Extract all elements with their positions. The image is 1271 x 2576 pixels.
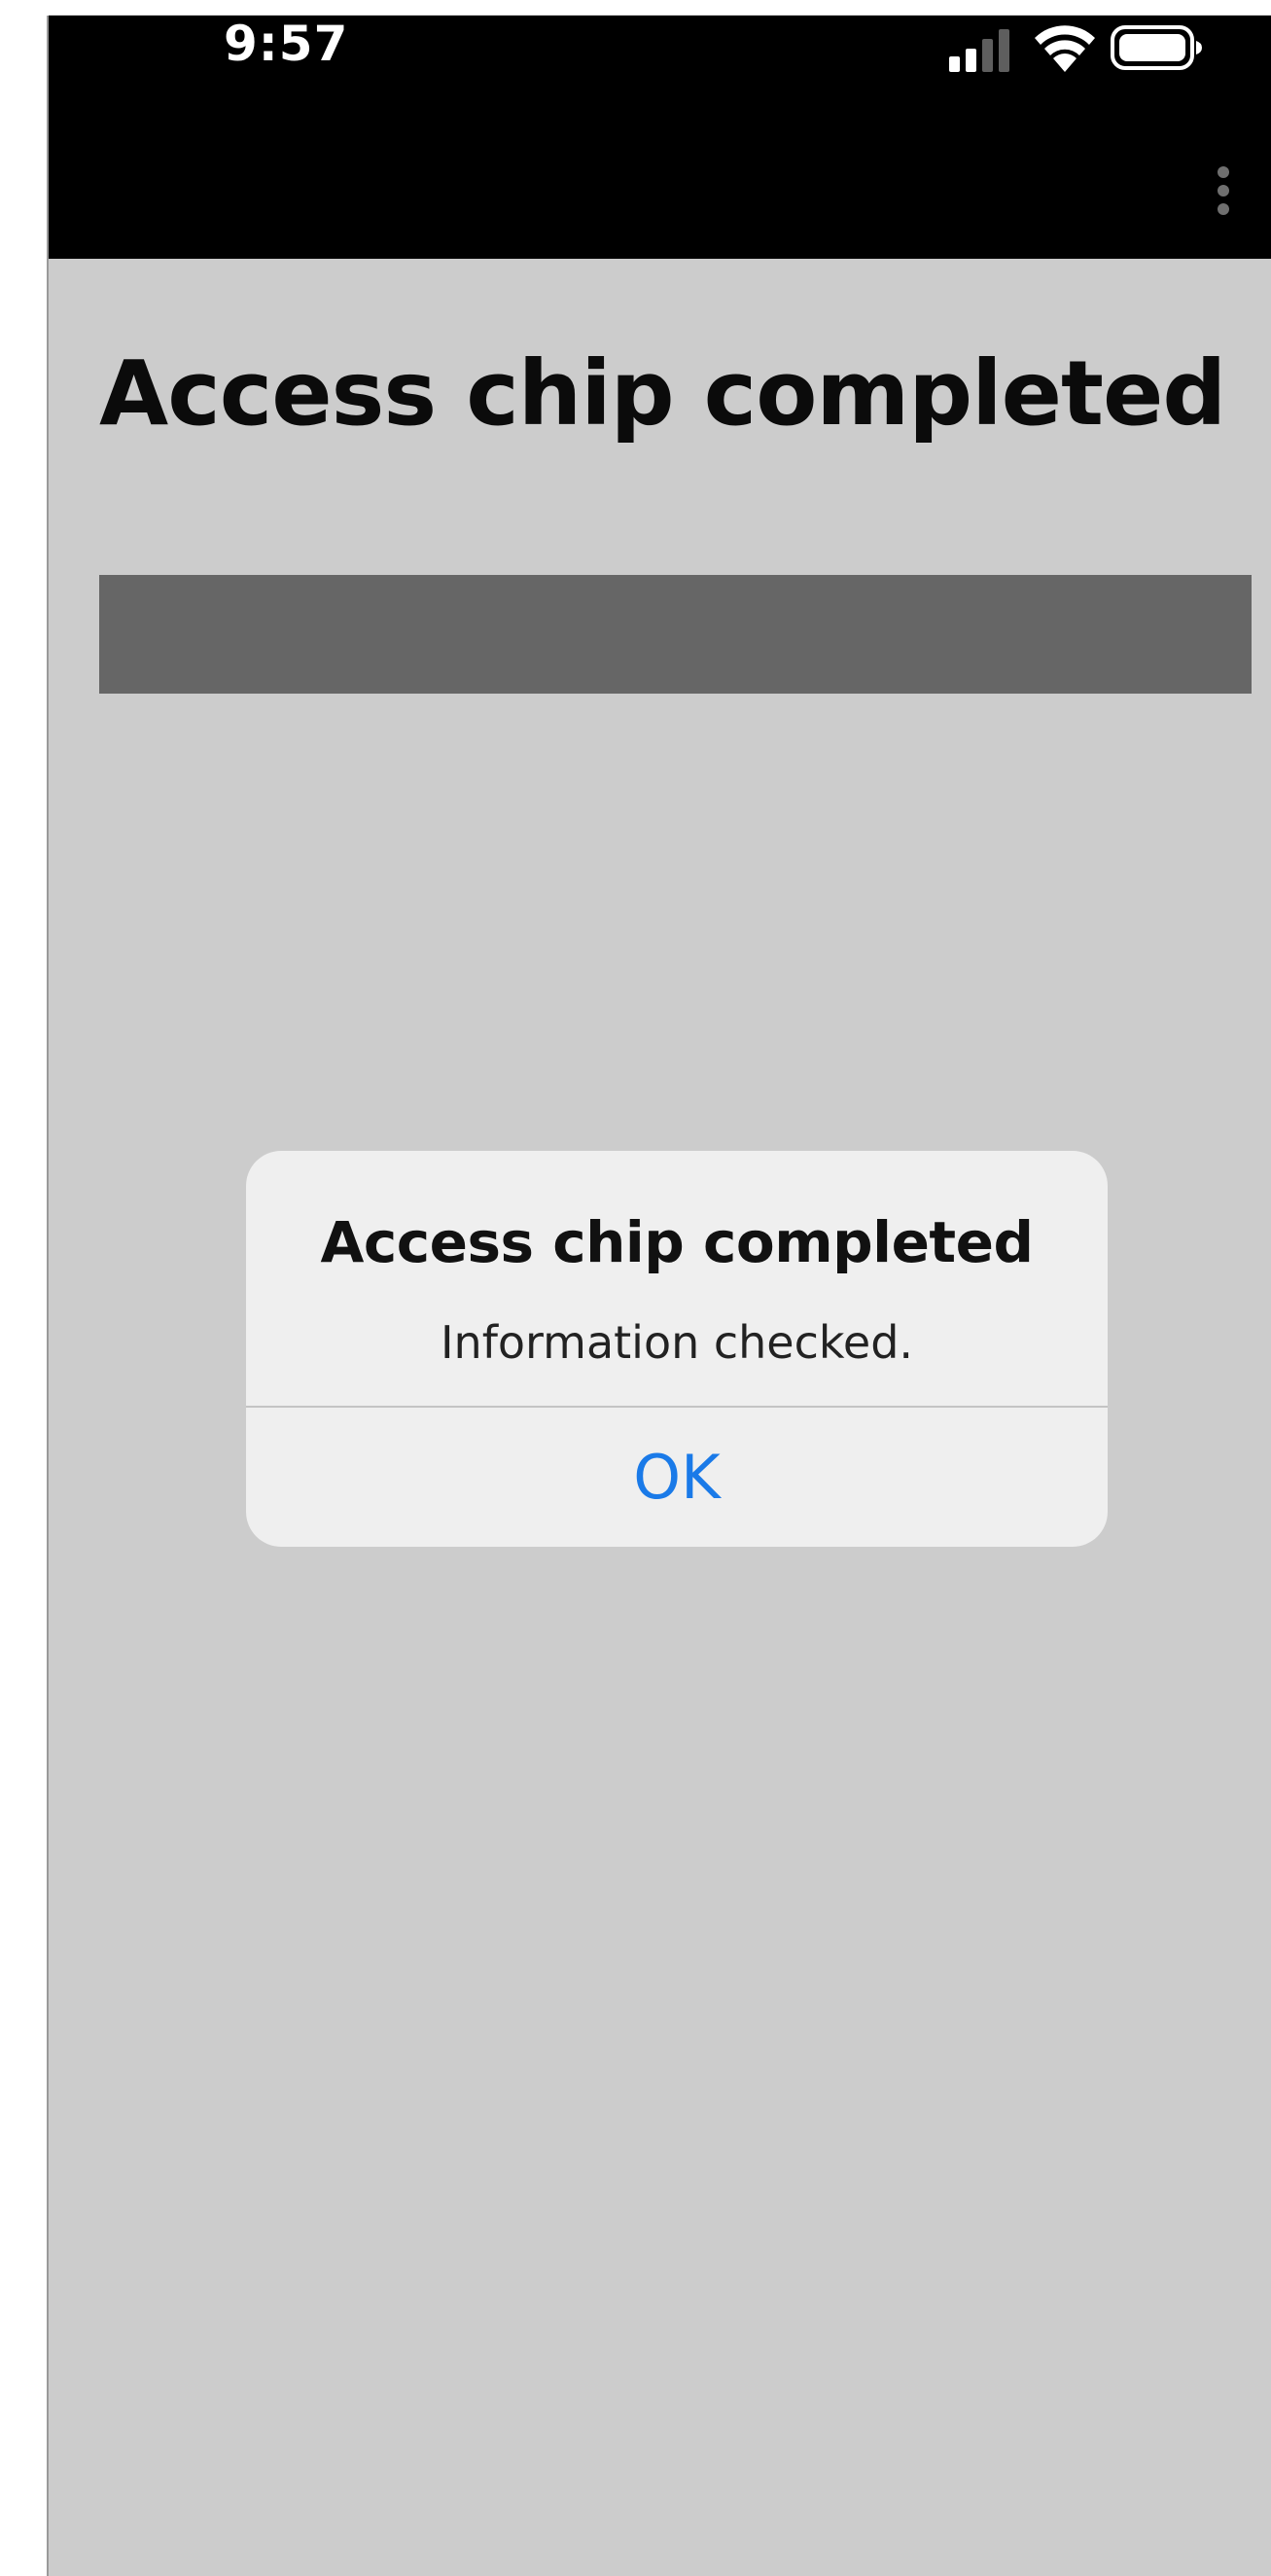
status-bar: 9:57 [49, 16, 1271, 259]
alert-message: Information checked. [440, 1316, 914, 1369]
wifi-icon [1035, 25, 1095, 72]
menu-dot [1218, 185, 1229, 197]
page-title: Access chip completed [99, 341, 1226, 446]
menu-dot [1218, 166, 1229, 178]
alert-title: Access chip completed [320, 1209, 1034, 1275]
progress-bar [99, 575, 1252, 694]
signal-icon [949, 29, 1009, 72]
menu-dot [1218, 203, 1229, 215]
ok-button[interactable]: OK [246, 1408, 1108, 1547]
app-screen: 9:57 Access chip completed Access chip c… [49, 16, 1271, 2576]
battery-icon [1111, 25, 1202, 70]
status-time: 9:57 [224, 16, 349, 72]
more-vertical-icon[interactable] [1194, 152, 1253, 230]
alert-dialog: Access chip completed Information checke… [246, 1151, 1108, 1547]
